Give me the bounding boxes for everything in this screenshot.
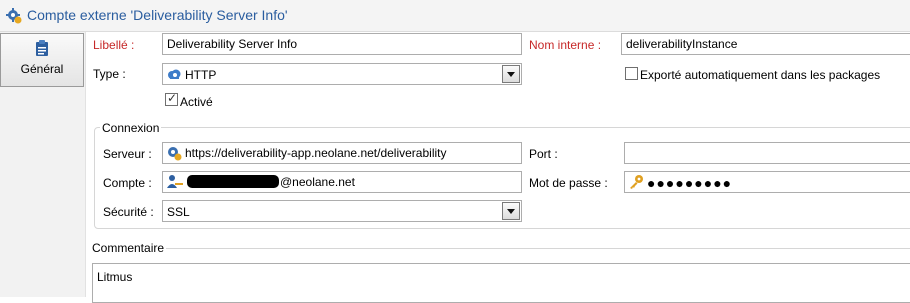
libelle-label: Libellé :: [93, 38, 135, 52]
user-key-icon: [167, 175, 183, 188]
window-title: Compte externe 'Deliverability Server In…: [27, 7, 288, 23]
port-input[interactable]: [624, 142, 910, 164]
nom-interne-label: Nom interne :: [529, 38, 602, 52]
clipboard-icon: [36, 40, 48, 56]
serveur-value: https://deliverability-app.neolane.net/d…: [185, 146, 447, 160]
port-label: Port :: [529, 147, 558, 161]
mdp-value: ●●●●●●●●●: [647, 175, 733, 191]
type-label: Type :: [93, 67, 126, 81]
connexion-legend: Connexion: [100, 121, 162, 135]
tab-general[interactable]: Général: [0, 33, 84, 87]
active-checkbox[interactable]: [165, 91, 178, 106]
comment-textarea[interactable]: Litmus: [92, 263, 910, 303]
key-icon: [630, 175, 643, 189]
securite-label: Sécurité :: [103, 205, 154, 219]
type-select-value: HTTP: [185, 68, 217, 82]
export-checkbox[interactable]: [625, 67, 638, 80]
serveur-label: Serveur :: [103, 147, 152, 161]
chevron-down-icon[interactable]: [502, 202, 520, 220]
mdp-input[interactable]: ●●●●●●●●●: [624, 171, 910, 193]
active-label: Activé: [180, 95, 213, 109]
compte-input[interactable]: @neolane.net: [162, 171, 522, 193]
server-gear-icon: [168, 147, 182, 161]
compte-domain: @neolane.net: [280, 175, 355, 189]
securite-select-value: SSL: [167, 205, 190, 219]
window-titlebar: Compte externe 'Deliverability Server In…: [0, 0, 910, 32]
comment-legend: Commentaire: [92, 241, 167, 255]
serveur-input[interactable]: https://deliverability-app.neolane.net/d…: [162, 142, 522, 164]
chevron-down-icon[interactable]: [502, 65, 520, 83]
redacted-username: [187, 175, 279, 188]
type-select[interactable]: HTTP: [162, 63, 522, 85]
gear-icon: [6, 8, 22, 24]
tab-panel: Général: [0, 32, 86, 297]
securite-select[interactable]: SSL: [162, 200, 522, 222]
export-label: Exporté automatiquement dans les package…: [640, 68, 881, 82]
nom-interne-input[interactable]: deliverabilityInstance: [621, 33, 910, 55]
libelle-input[interactable]: Deliverability Server Info: [162, 33, 522, 55]
mdp-label: Mot de passe :: [529, 176, 608, 190]
cloud-icon: [168, 69, 181, 79]
tab-general-label: Général: [20, 62, 64, 76]
compte-label: Compte :: [103, 176, 152, 190]
comment-divider: [92, 248, 910, 249]
